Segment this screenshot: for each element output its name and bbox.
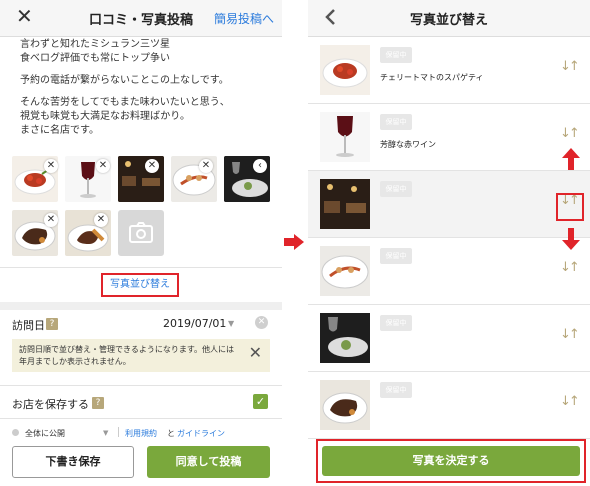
sortable-photo-row[interactable]: 保留中 チェリートマトのスパゲティ ↓↑ bbox=[308, 37, 590, 104]
pending-badge: 保留中 bbox=[380, 248, 412, 264]
sortable-photo-row[interactable]: 保留中 芳醇な赤ワイン ↓↑ bbox=[308, 104, 590, 171]
nav-bar: 写真並び替え bbox=[308, 0, 590, 37]
pending-badge: 保留中 bbox=[380, 47, 412, 63]
review-line: 予約の電話が繋がらないことこの上なしです。 bbox=[20, 75, 229, 86]
drag-handle-highlight bbox=[556, 193, 584, 221]
sort-handle-icon[interactable]: ↓↑ bbox=[560, 126, 580, 141]
photo-thumbnail-wine-plate bbox=[320, 313, 370, 363]
sortable-photo-row[interactable]: 保留中 ↓↑ bbox=[308, 238, 590, 305]
photo-thumbnail-plated-dish bbox=[320, 246, 370, 296]
review-line bbox=[20, 88, 270, 96]
review-line: まさに名店です。 bbox=[20, 125, 99, 136]
chevron-down-icon[interactable]: ▼ bbox=[228, 319, 234, 328]
save-store-label: お店を保存する bbox=[12, 398, 89, 411]
save-store-checkbox[interactable]: ✓ bbox=[253, 394, 268, 409]
terms-link[interactable]: 利用規約 bbox=[125, 428, 157, 439]
simple-post-link[interactable]: 簡易投稿へ bbox=[214, 10, 274, 27]
photo-thumbnail-wine bbox=[320, 112, 370, 162]
nav-bar: ✕ 口コミ・写真投稿 簡易投稿へ bbox=[0, 0, 282, 37]
conjunction-text: と bbox=[167, 429, 175, 438]
sort-handle-icon[interactable]: ↓↑ bbox=[560, 394, 580, 409]
chevron-down-icon[interactable]: ▼ bbox=[103, 429, 108, 437]
help-icon[interactable]: ? bbox=[46, 318, 58, 330]
review-line: 言わずと知れたミシュラン三ツ星 bbox=[20, 39, 170, 50]
confirm-photos-button[interactable]: 写真を決定する bbox=[322, 446, 580, 476]
section-separator bbox=[0, 302, 282, 310]
visibility-select[interactable]: 全体に公開 bbox=[25, 428, 65, 439]
photo-caption: 芳醇な赤ワイン bbox=[380, 140, 436, 149]
divider bbox=[0, 418, 282, 419]
remove-photo-icon[interactable]: ✕ bbox=[96, 159, 110, 173]
divider bbox=[0, 267, 282, 268]
arrow-up-icon bbox=[562, 148, 580, 170]
photo-thumbnail-pasta bbox=[320, 45, 370, 95]
visibility-dot-icon bbox=[12, 429, 19, 436]
sortable-photo-row[interactable]: 保留中 ↓↑ bbox=[308, 372, 590, 439]
sort-photos-link[interactable]: 写真並び替え bbox=[101, 273, 179, 297]
photo-caption: チェリートマトのスパゲティ bbox=[380, 73, 484, 82]
pending-badge: 保留中 bbox=[380, 382, 412, 398]
sortable-photo-row[interactable]: 保留中 ↓↑ bbox=[308, 305, 590, 372]
remove-photo-icon[interactable]: ✕ bbox=[44, 213, 58, 227]
remove-photo-icon[interactable]: ✕ bbox=[94, 213, 108, 227]
arrow-down-icon bbox=[562, 228, 580, 250]
pending-badge: 保留中 bbox=[380, 181, 412, 197]
remove-photo-icon[interactable]: ✕ bbox=[145, 159, 159, 173]
pending-badge: 保留中 bbox=[380, 114, 412, 130]
camera-plus-icon bbox=[129, 222, 153, 243]
pending-badge: 保留中 bbox=[380, 315, 412, 331]
add-photo-button[interactable] bbox=[118, 210, 164, 256]
divider bbox=[0, 385, 282, 386]
remove-photo-icon[interactable]: ✕ bbox=[199, 159, 213, 173]
divider bbox=[118, 427, 119, 437]
visit-date-select[interactable]: 2019/07/01 bbox=[163, 317, 226, 330]
sortable-photo-row[interactable]: 保留中 ↓↑ bbox=[308, 171, 590, 238]
review-text[interactable]: 言わずと知れたミシュラン三ツ星 食べログ評価でも常にトップ争い 予約の電話が繋が… bbox=[20, 38, 270, 138]
sort-handle-icon[interactable]: ↓↑ bbox=[560, 327, 580, 342]
visit-date-notice: 訪問日順で並び替え・管理できるようになります。他人には年月までしか表示されません… bbox=[12, 339, 270, 372]
page-title: 写真並び替え bbox=[409, 13, 488, 28]
close-icon[interactable]: ✕ bbox=[249, 344, 262, 362]
save-draft-button[interactable]: 下書き保存 bbox=[12, 446, 134, 478]
remove-photo-icon[interactable]: ‹ bbox=[253, 159, 267, 173]
guideline-link[interactable]: ガイドライン bbox=[177, 428, 225, 439]
review-line: そんな苦労をしてでもまた味わいたいと思う、 bbox=[20, 97, 230, 108]
confirm-highlight: 写真を決定する bbox=[316, 439, 586, 483]
photo-thumbnail-steak bbox=[320, 380, 370, 430]
notice-text: 訪問日順で並び替え・管理できるようになります。他人には年月までしか表示されません… bbox=[19, 345, 235, 366]
help-icon[interactable]: ? bbox=[92, 397, 104, 409]
flow-arrow-icon bbox=[284, 234, 304, 250]
visit-date-label: 訪問日 bbox=[12, 319, 45, 332]
sort-handle-icon[interactable]: ↓↑ bbox=[560, 59, 580, 74]
review-line: 食べログ評価でも常にトップ争い bbox=[20, 53, 170, 64]
review-post-screen: ✕ 口コミ・写真投稿 簡易投稿へ 言わずと知れたミシュラン三ツ星 食べログ評価で… bbox=[0, 0, 282, 486]
review-line bbox=[20, 66, 270, 74]
sort-handle-icon[interactable]: ↓↑ bbox=[560, 260, 580, 275]
clear-date-icon[interactable]: ✕ bbox=[255, 316, 268, 329]
photo-sort-screen: 写真並び替え 保留中 チェリートマトのスパゲティ ↓↑ 保留中 芳醇な赤ワイン … bbox=[308, 0, 590, 486]
agree-and-post-button[interactable]: 同意して投稿 bbox=[147, 446, 270, 478]
photo-thumbnail-dining-room bbox=[320, 179, 370, 229]
review-line: 視覚も味覚も大満足なお料理ばかり。 bbox=[20, 111, 190, 122]
remove-photo-icon[interactable]: ✕ bbox=[44, 159, 58, 173]
